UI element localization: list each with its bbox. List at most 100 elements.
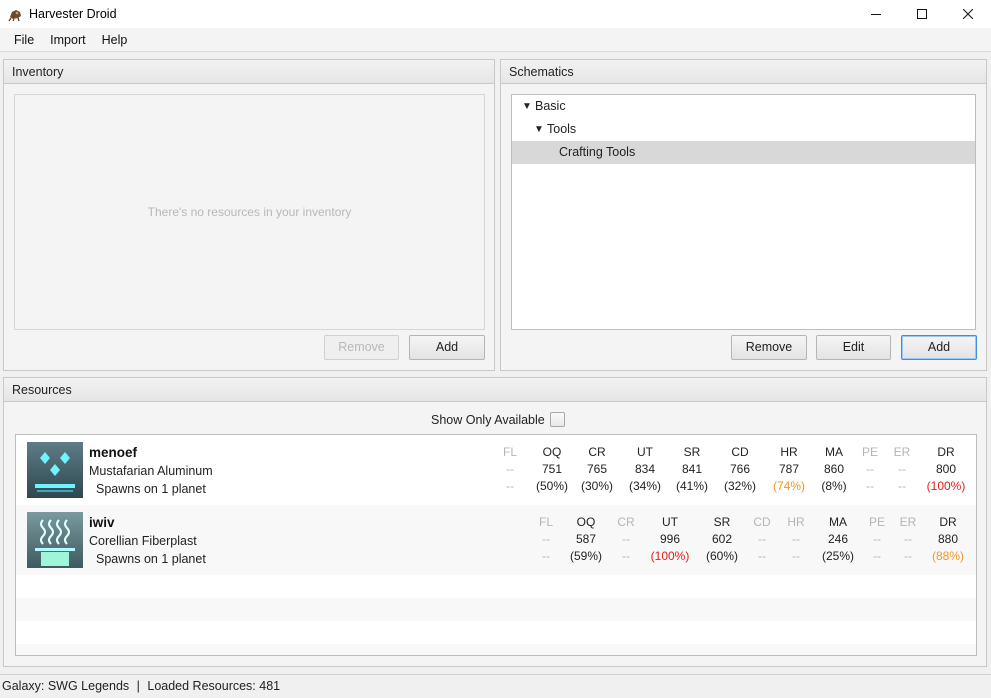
menu-bar: File Import Help	[0, 28, 991, 52]
resource-row[interactable]: menoef Mustafarian Aluminum Spawns on 1 …	[16, 435, 976, 505]
stat-header: HR	[787, 515, 805, 529]
stat-percent: (41%)	[675, 479, 708, 493]
schematics-pane: Schematics ▼ Basic ▼ Tools Crafting Tool…	[500, 59, 987, 371]
stat-percent: --	[506, 479, 514, 493]
stat-fl: FL -- --	[490, 444, 530, 495]
stat-value: 751	[541, 462, 563, 476]
stat-percent: (88%)	[931, 549, 964, 563]
tree-item-label: Crafting Tools	[559, 145, 636, 159]
stat-percent: --	[904, 549, 912, 563]
inventory-remove-button[interactable]: Remove	[324, 335, 399, 360]
stat-header: ER	[899, 515, 917, 529]
stat-ut: UT 834 (34%)	[625, 444, 665, 495]
stat-cd: CD 766 (32%)	[720, 444, 760, 495]
inventory-list[interactable]: There's no resources in your inventory	[14, 94, 485, 330]
inventory-add-button[interactable]: Add	[409, 335, 485, 360]
resource-row[interactable]: iwiv Corellian Fiberplast Spawns on 1 pl…	[16, 505, 976, 575]
stat-value: --	[792, 532, 800, 546]
stat-hr: HR -- --	[776, 514, 816, 565]
status-bar: Galaxy: SWG Legends | Loaded Resources: …	[0, 674, 991, 698]
tree-item-crafting-tools[interactable]: Crafting Tools	[512, 141, 975, 164]
stat-header: SR	[713, 515, 731, 529]
stat-value: 587	[575, 532, 597, 546]
show-only-available-checkbox[interactable]	[549, 412, 565, 427]
stat-value: 787	[778, 462, 800, 476]
stat-sr: SR 602 (60%)	[702, 514, 742, 565]
tree-item-tools[interactable]: ▼ Tools	[512, 118, 975, 141]
stat-header: HR	[780, 445, 798, 459]
stat-percent: (8%)	[821, 479, 847, 493]
resource-type: Mustafarian Aluminum	[89, 464, 213, 478]
stat-value: 841	[681, 462, 703, 476]
resource-spawns: Spawns on 1 planet	[96, 552, 206, 566]
fiberplast-icon	[27, 512, 83, 568]
maximize-button[interactable]	[899, 0, 945, 28]
stat-header: CD	[731, 445, 749, 459]
stat-oq: OQ 751 (50%)	[532, 444, 572, 495]
stat-value: --	[506, 462, 514, 476]
stat-value: 766	[729, 462, 751, 476]
stat-value: 996	[659, 532, 681, 546]
stat-value: 834	[634, 462, 656, 476]
schematics-title: Schematics	[501, 60, 986, 84]
close-icon	[963, 9, 973, 19]
schematics-remove-button[interactable]: Remove	[731, 335, 807, 360]
schematics-tree[interactable]: ▼ Basic ▼ Tools Crafting Tools	[511, 94, 976, 330]
tree-item-label: Basic	[535, 99, 566, 113]
stat-fl: FL -- --	[526, 514, 566, 565]
resource-type: Corellian Fiberplast	[89, 534, 197, 548]
schematics-edit-button[interactable]: Edit	[816, 335, 891, 360]
expanded-arrow-icon[interactable]: ▼	[522, 95, 532, 118]
stat-percent: (32%)	[723, 479, 756, 493]
tree-item-label: Tools	[547, 122, 577, 136]
stat-header: MA	[825, 445, 843, 459]
stat-hr: HR 787 (74%)	[769, 444, 809, 495]
title-bar: Harvester Droid	[0, 0, 991, 28]
inventory-title: Inventory	[4, 60, 494, 84]
stat-value: --	[904, 532, 912, 546]
stat-header: UT	[637, 445, 653, 459]
resources-pane: Resources Show Only Available menoef Mus…	[3, 377, 987, 667]
stat-percent: (50%)	[535, 479, 568, 493]
expanded-arrow-icon[interactable]: ▼	[534, 118, 544, 141]
schematics-add-button[interactable]: Add	[901, 335, 977, 360]
stat-percent: (25%)	[821, 549, 854, 563]
minimize-button[interactable]	[853, 0, 899, 28]
resources-title: Resources	[4, 378, 986, 402]
status-loaded-resources: Loaded Resources: 481	[147, 679, 281, 693]
stat-cr: CR -- --	[606, 514, 646, 565]
stat-ma: MA 246 (25%)	[818, 514, 858, 565]
resource-spawns: Spawns on 1 planet	[96, 482, 206, 496]
stat-sr: SR 841 (41%)	[672, 444, 712, 495]
stat-header: OQ	[576, 515, 596, 529]
stat-ut: UT 996 (100%)	[650, 514, 690, 565]
stat-percent: --	[622, 549, 630, 563]
inventory-pane: Inventory There's no resources in your i…	[3, 59, 495, 371]
stat-header: CR	[617, 515, 635, 529]
stat-value: 602	[711, 532, 733, 546]
resources-list[interactable]: menoef Mustafarian Aluminum Spawns on 1 …	[15, 434, 977, 656]
droid-app-icon	[8, 10, 21, 22]
stat-percent: --	[792, 549, 800, 563]
stat-percent: (100%)	[650, 549, 690, 563]
menu-file[interactable]: File	[6, 28, 42, 52]
menu-import[interactable]: Import	[42, 28, 93, 52]
stat-header: ER	[893, 445, 911, 459]
close-button[interactable]	[945, 0, 991, 28]
tree-item-basic[interactable]: ▼ Basic	[512, 95, 975, 118]
stat-header: DR	[937, 445, 955, 459]
stat-cr: CR 765 (30%)	[577, 444, 617, 495]
stat-er: ER -- --	[888, 514, 928, 565]
stat-value: --	[542, 532, 550, 546]
stat-header: CR	[588, 445, 606, 459]
menu-help[interactable]: Help	[94, 28, 136, 52]
stat-oq: OQ 587 (59%)	[566, 514, 606, 565]
stat-ma: MA 860 (8%)	[814, 444, 854, 495]
stat-header: SR	[683, 445, 701, 459]
show-only-available-toggle[interactable]: Show Only Available	[431, 412, 565, 427]
empty-row	[16, 575, 976, 598]
aluminum-icon	[27, 442, 83, 498]
stat-header: FL	[538, 515, 553, 529]
empty-row	[16, 598, 976, 621]
maximize-icon	[917, 9, 927, 19]
